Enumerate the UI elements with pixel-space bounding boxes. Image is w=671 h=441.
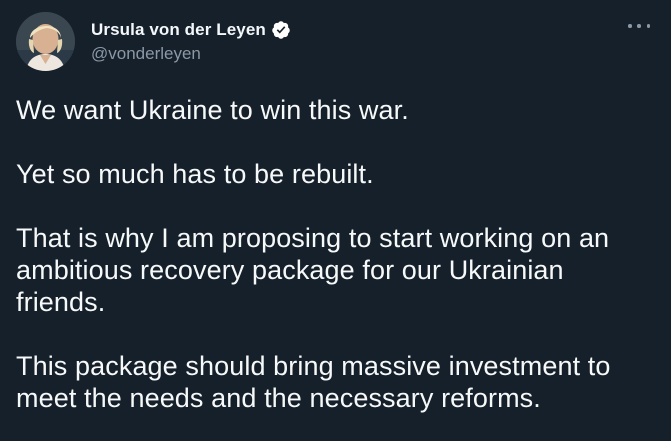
tweet-card: Ursula von der Leyen @vonderleyen We wan…: [0, 0, 671, 441]
more-dot: [628, 24, 632, 28]
author-handle[interactable]: @vonderleyen: [91, 44, 291, 64]
display-name-row: Ursula von der Leyen: [91, 20, 291, 40]
tweet-paragraph: This package should bring massive invest…: [16, 351, 611, 413]
tweet-paragraph: That is why I am proposing to start work…: [16, 223, 610, 317]
more-options-icon[interactable]: [628, 19, 650, 33]
author-display-name[interactable]: Ursula von der Leyen: [91, 20, 266, 40]
verified-badge-icon: [271, 20, 291, 40]
author-names: Ursula von der Leyen @vonderleyen: [91, 12, 291, 71]
author-avatar[interactable]: [16, 12, 75, 71]
more-dot: [646, 24, 650, 28]
tweet-paragraph: Yet so much has to be rebuilt.: [16, 159, 374, 189]
tweet-paragraph: We want Ukraine to win this war.: [16, 95, 409, 125]
avatar-image: [16, 12, 75, 71]
more-dot: [637, 24, 641, 28]
tweet-text: We want Ukraine to win this war. Yet so …: [16, 94, 655, 414]
tweet-header: Ursula von der Leyen @vonderleyen: [16, 11, 655, 72]
